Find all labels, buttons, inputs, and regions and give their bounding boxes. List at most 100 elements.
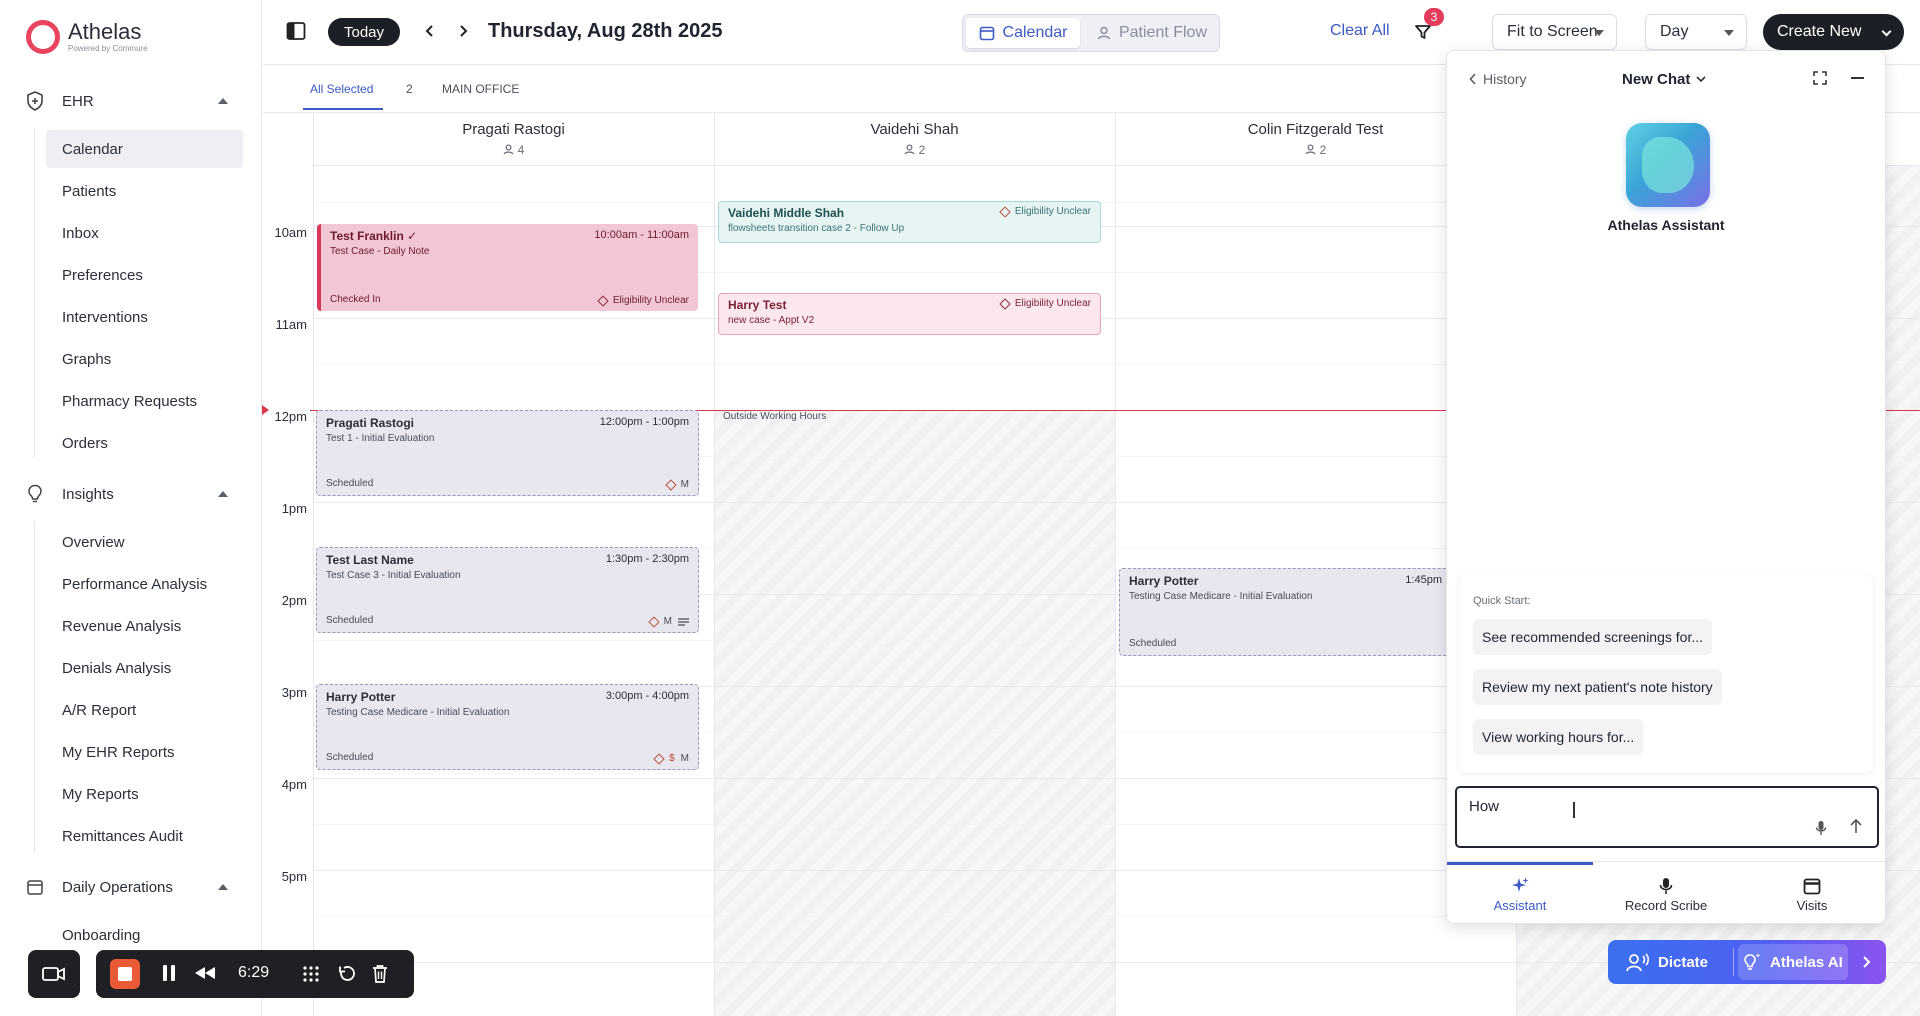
- chevron-up-icon[interactable]: [218, 884, 228, 890]
- chevron-left-icon: [1469, 73, 1476, 85]
- appointment-badges: $ M: [653, 752, 689, 765]
- tab-assistant[interactable]: Assistant: [1447, 874, 1593, 913]
- sidebar-item-overview[interactable]: Overview: [46, 523, 243, 561]
- badge-m: M: [663, 616, 672, 627]
- dictate-button[interactable]: Dictate: [1626, 940, 1708, 984]
- sidebar-item-revenue-analysis[interactable]: Revenue Analysis: [46, 607, 243, 645]
- tab-calendar[interactable]: Calendar: [966, 18, 1080, 48]
- eligibility-flag: Eligibility Unclear: [597, 294, 689, 307]
- sidebar-item-my-ehr-reports[interactable]: My EHR Reports: [46, 733, 243, 771]
- diamond-icon: [999, 297, 1011, 310]
- grid-icon[interactable]: [302, 965, 320, 988]
- quick-start-card: Quick Start: See recommended screenings …: [1459, 575, 1873, 773]
- time-label: 3pm: [281, 685, 307, 700]
- column-header-name[interactable]: Vaidehi Shah: [714, 121, 1115, 138]
- appointment-card[interactable]: Harry Potter 1:45pm Testing Case Medicar…: [1119, 568, 1452, 656]
- sidebar-item-denials-analysis[interactable]: Denials Analysis: [46, 649, 243, 687]
- quick-start-chip[interactable]: See recommended screenings for...: [1473, 619, 1713, 655]
- time-label: 10am: [274, 225, 307, 240]
- sidebar-toggle-icon[interactable]: [285, 20, 307, 42]
- sidebar: Athelas Powered by Commure EHR Calendar …: [0, 0, 262, 1016]
- sidebar-item-ar-report[interactable]: A/R Report: [46, 691, 243, 729]
- filter-all-selected[interactable]: All Selected: [310, 82, 373, 96]
- appointment-status: Scheduled: [326, 752, 374, 763]
- tab-patient-flow[interactable]: Patient Flow: [1088, 18, 1216, 48]
- sidebar-item-my-reports[interactable]: My Reports: [46, 775, 243, 813]
- chat-title-dropdown[interactable]: New Chat: [1622, 71, 1706, 88]
- appointment-status: Scheduled: [326, 615, 374, 626]
- rewind-icon[interactable]: [194, 966, 216, 985]
- sidebar-item-calendar[interactable]: Calendar: [46, 130, 243, 168]
- appointment-card[interactable]: Vaidehi Middle Shah flowsheets transitio…: [718, 201, 1101, 243]
- appointment-card[interactable]: Test Last Name 1:30pm - 2:30pm Test Case…: [316, 547, 699, 633]
- assistant-avatar: [1626, 123, 1710, 207]
- chat-input[interactable]: How: [1455, 786, 1879, 848]
- sidebar-item-performance-analysis[interactable]: Performance Analysis: [46, 565, 243, 603]
- stop-icon: [118, 967, 132, 981]
- create-new-button[interactable]: Create New: [1763, 14, 1904, 50]
- trash-icon[interactable]: [372, 964, 388, 989]
- section-insights[interactable]: Insights: [0, 477, 262, 511]
- column-divider: [1115, 113, 1116, 1016]
- brand-logo[interactable]: Athelas Powered by Commure: [26, 20, 148, 54]
- chevron-up-icon[interactable]: [218, 98, 228, 104]
- lightbulb-sparkle-icon: [1744, 953, 1761, 970]
- view-toggle: Calendar Patient Flow: [962, 14, 1220, 52]
- microphone-icon[interactable]: [1815, 820, 1827, 841]
- filter-count-badge: 3: [1424, 8, 1444, 26]
- patient-name: Test Last Name: [326, 553, 414, 567]
- appointment-card[interactable]: Harry Test new case - Appt V2 Eligibilit…: [718, 293, 1101, 335]
- athelas-ai-button[interactable]: Athelas AI: [1742, 940, 1843, 984]
- section-label: Daily Operations: [62, 878, 173, 896]
- eligibility-flag: Eligibility Unclear: [999, 205, 1091, 218]
- time-label: 4pm: [281, 777, 307, 792]
- sidebar-item-onboarding[interactable]: Onboarding: [46, 916, 243, 954]
- sidebar-item-orders[interactable]: Orders: [46, 424, 243, 462]
- appointment-card[interactable]: Test Franklin ✓ 10:00am - 11:00am Test C…: [317, 224, 698, 311]
- quick-start-chip[interactable]: View working hours for...: [1473, 719, 1644, 755]
- section-daily-operations[interactable]: Daily Operations: [0, 870, 262, 904]
- minimize-icon[interactable]: [1851, 77, 1864, 79]
- filter-office[interactable]: MAIN OFFICE: [442, 82, 519, 96]
- chevron-up-icon[interactable]: [218, 491, 228, 497]
- chevron-down-icon: [1881, 26, 1892, 37]
- chevron-down-icon: [1696, 76, 1706, 83]
- sidebar-item-patients[interactable]: Patients: [46, 172, 243, 210]
- text-cursor-icon: [1573, 802, 1575, 818]
- restart-icon[interactable]: [338, 965, 356, 988]
- section-ehr[interactable]: EHR: [0, 84, 262, 118]
- sidebar-item-preferences[interactable]: Preferences: [46, 256, 243, 294]
- tab-label: Calendar: [1002, 24, 1068, 41]
- chevron-left-icon[interactable]: [420, 20, 440, 42]
- quick-start-label: Quick Start:: [1473, 595, 1531, 607]
- chevron-right-icon[interactable]: [453, 20, 473, 42]
- column-header-name[interactable]: Pragati Rastogi: [313, 121, 714, 138]
- tab-visits[interactable]: Visits: [1739, 874, 1885, 913]
- appointment-status: Scheduled: [326, 478, 374, 489]
- send-arrow-icon[interactable]: [1849, 818, 1863, 839]
- appointment-card[interactable]: Harry Potter 3:00pm - 4:00pm Testing Cas…: [316, 684, 699, 770]
- history-link[interactable]: History: [1469, 71, 1527, 87]
- sparkle-icon: [1447, 874, 1593, 898]
- expand-icon[interactable]: [1813, 71, 1827, 90]
- chevron-right-icon[interactable]: [1862, 940, 1871, 984]
- clear-all-link[interactable]: Clear All: [1330, 22, 1390, 40]
- appointment-card[interactable]: Pragati Rastogi 12:00pm - 1:00pm Test 1 …: [316, 410, 699, 496]
- dropdown-value: Day: [1660, 23, 1689, 40]
- stop-recording-button[interactable]: [110, 959, 140, 989]
- appointment-case: Test 1 - Initial Evaluation: [326, 433, 435, 444]
- sidebar-item-pharmacy-requests[interactable]: Pharmacy Requests: [46, 382, 243, 420]
- tab-record-scribe[interactable]: Record Scribe: [1593, 874, 1739, 913]
- camera-toggle[interactable]: [28, 950, 80, 998]
- sidebar-item-interventions[interactable]: Interventions: [46, 298, 243, 336]
- notes-icon: [678, 617, 689, 626]
- today-button[interactable]: Today: [328, 18, 400, 46]
- pause-icon[interactable]: [162, 964, 176, 987]
- range-dropdown[interactable]: Day: [1645, 14, 1747, 50]
- sidebar-item-inbox[interactable]: Inbox: [46, 214, 243, 252]
- time-label: 1pm: [281, 501, 307, 516]
- sidebar-item-graphs[interactable]: Graphs: [46, 340, 243, 378]
- fit-to-screen-dropdown[interactable]: Fit to Screen: [1492, 14, 1617, 50]
- sidebar-item-remittances-audit[interactable]: Remittances Audit: [46, 817, 243, 855]
- quick-start-chip[interactable]: Review my next patient's note history: [1473, 669, 1722, 705]
